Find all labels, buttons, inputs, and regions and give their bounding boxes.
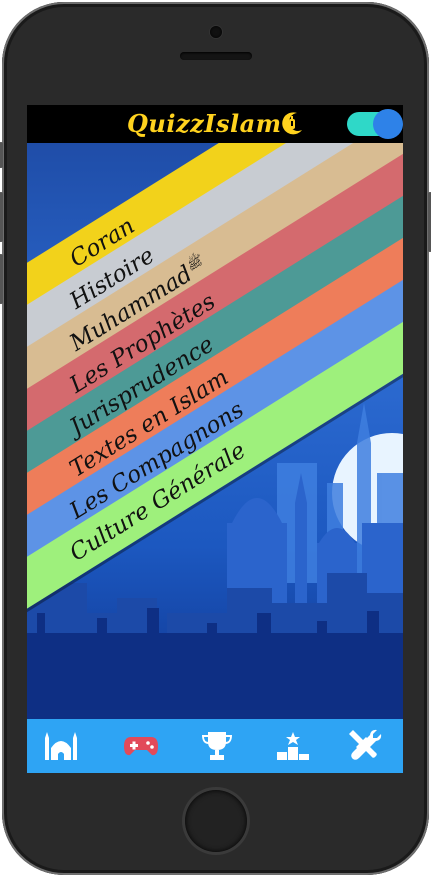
front-camera xyxy=(210,26,222,38)
mosque-icon xyxy=(45,732,77,760)
nav-settings-button[interactable] xyxy=(345,727,385,765)
nav-ranking-button[interactable] xyxy=(273,727,313,765)
tools-icon xyxy=(349,729,382,760)
nav-home-button[interactable] xyxy=(41,727,81,765)
category-list: CoranHistoireMuhammadﷺLes ProphètesJuris… xyxy=(27,105,403,638)
top-bar: QuizzIslam xyxy=(27,105,403,143)
volume-down-button xyxy=(0,254,3,304)
gamepad-icon xyxy=(124,737,158,756)
mute-switch xyxy=(0,142,3,168)
crescent-lantern-icon xyxy=(282,112,302,135)
app-screen: Coran Histoire Muhammadﷺ Les Prophètes Juris… xyxy=(27,105,403,773)
earpiece-speaker xyxy=(180,52,252,60)
toggle-knob xyxy=(373,109,403,139)
home-hardware-button[interactable] xyxy=(185,790,247,852)
volume-up-button xyxy=(0,192,3,242)
trophy-icon xyxy=(202,732,232,760)
podium-icon xyxy=(277,732,309,760)
bottom-nav xyxy=(27,719,403,773)
app-title: QuizzIslam xyxy=(127,109,282,138)
theme-toggle[interactable] xyxy=(347,109,403,139)
nav-trophies-button[interactable] xyxy=(197,727,237,765)
nav-play-button[interactable] xyxy=(121,727,161,765)
